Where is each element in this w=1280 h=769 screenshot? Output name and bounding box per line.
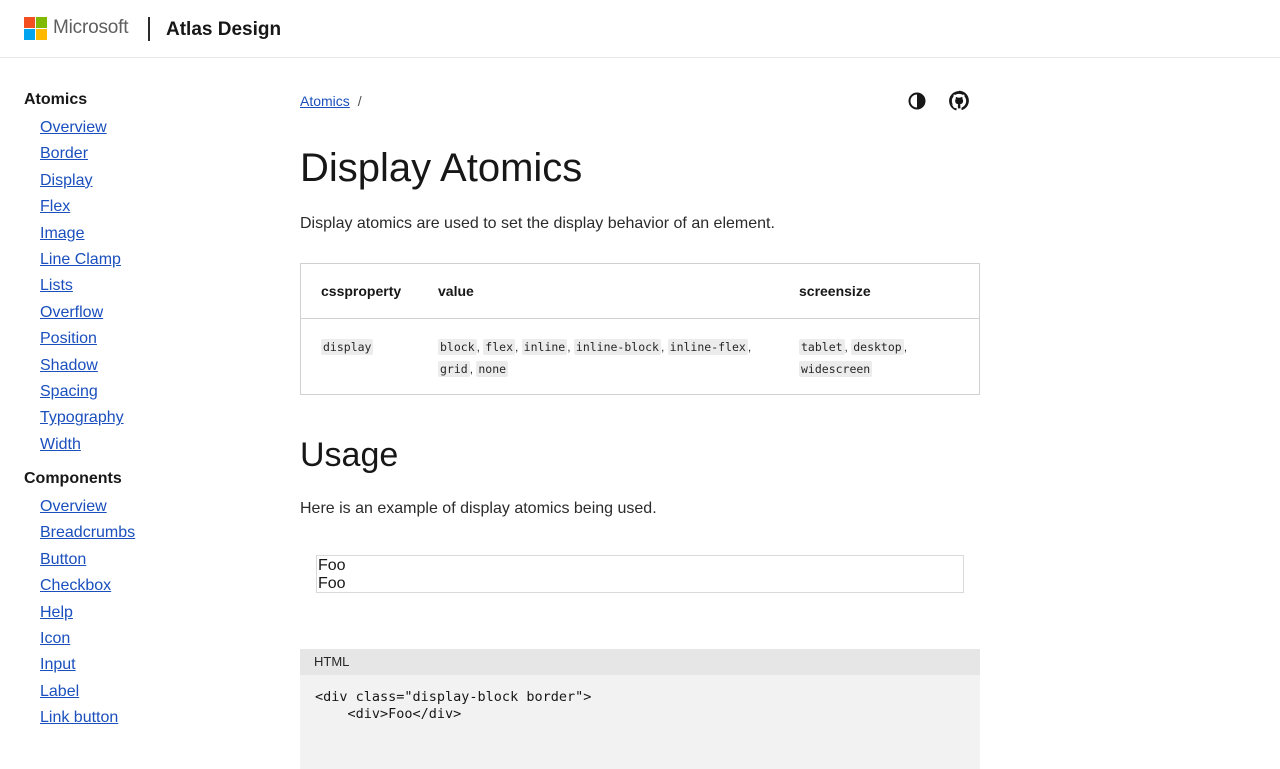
code-language-label: HTML	[300, 649, 980, 675]
cell-values: block, flex, inline, inline-block, inlin…	[438, 339, 752, 377]
sidebar-item-link[interactable]: Link button	[40, 709, 118, 726]
sidebar-item-link[interactable]: Icon	[40, 630, 70, 647]
code-token: inline-flex	[667, 339, 748, 355]
sidebar-item-shadow[interactable]: Shadow	[24, 353, 254, 379]
sidebar-item-link[interactable]: Spacing	[40, 383, 98, 400]
usage-description: Here is an example of display atomics be…	[300, 500, 657, 517]
nav-list-components: Overview Breadcrumbs Button Checkbox Help Ico…	[24, 494, 254, 732]
cell-screensizes: tablet, desktop, widescreen	[799, 339, 908, 377]
sidebar-item-border[interactable]: Border	[24, 141, 254, 167]
sidebar-item-typography[interactable]: Typography	[24, 405, 254, 431]
sidebar-item-link[interactable]: Help	[40, 604, 73, 621]
main-content: Atomics / Display Atomics Display atomics…	[300, 88, 980, 769]
sidebar-item-overview[interactable]: Overview	[24, 494, 254, 520]
sidebar-item-button[interactable]: Button	[24, 547, 254, 573]
code-line: <div>Foo</div>	[315, 706, 462, 722]
sidebar-item-help[interactable]: Help	[24, 600, 254, 626]
sidebar-item-link[interactable]: Overflow	[40, 304, 103, 321]
cell-cssproperty: display	[321, 336, 374, 358]
sidebar-item-lists[interactable]: Lists	[24, 273, 254, 299]
page-title: Display Atomics	[300, 146, 583, 190]
code-token: desktop	[851, 339, 904, 355]
sidebar-item-link[interactable]: Lists	[40, 277, 73, 294]
atomics-table: cssproperty value screensize display blo…	[300, 263, 980, 395]
demo-line: Foo	[318, 557, 346, 574]
sidebar-item-link[interactable]: Display	[40, 172, 92, 189]
usage-demo: Foo Foo	[316, 555, 964, 593]
nav-group-title: Atomics	[24, 91, 88, 108]
column-header-cssproperty: cssproperty	[321, 283, 402, 299]
sidebar-item-link[interactable]: Line Clamp	[40, 251, 121, 268]
table-header-row: cssproperty value screensize	[301, 264, 979, 319]
sidebar-item-breadcrumbs[interactable]: Breadcrumbs	[24, 520, 254, 546]
sidebar-item-checkbox[interactable]: Checkbox	[24, 573, 254, 599]
sidebar-item-link[interactable]: Overview	[40, 498, 107, 515]
breadcrumb: Atomics /	[300, 88, 980, 114]
sidebar-item-link[interactable]: Position	[40, 330, 97, 347]
sidebar-item-image[interactable]: Image	[24, 221, 254, 247]
brand-name[interactable]: Microsoft	[53, 16, 128, 40]
sidebar-item-link[interactable]: Image	[40, 225, 84, 242]
sidebar-item-spacing[interactable]: Spacing	[24, 379, 254, 405]
breadcrumb-separator: /	[357, 93, 362, 109]
demo-line: Foo	[318, 575, 346, 592]
sidebar-item-overflow[interactable]: Overflow	[24, 300, 254, 326]
usage-heading: Usage	[300, 436, 399, 474]
code-token: inline	[521, 339, 568, 355]
column-header-screensize: screensize	[799, 283, 871, 299]
breadcrumb-link-atomics[interactable]: Atomics	[300, 93, 350, 109]
sidebar-item-link[interactable]: Border	[40, 145, 88, 162]
code-block: HTML <div class="display-block border"> …	[300, 649, 980, 769]
nav-group-atomics: Atomics Overview Border Display Flex Image Li…	[24, 88, 254, 458]
nav-list-atomics: Overview Border Display Flex Image Line Clamp…	[24, 115, 254, 458]
sidebar-item-position[interactable]: Position	[24, 326, 254, 352]
column-header-value: value	[438, 283, 474, 299]
sidebar-item-link[interactable]: Label	[40, 683, 79, 700]
code-token: none	[476, 361, 509, 377]
header-divider	[148, 17, 150, 41]
code-token: inline-block	[573, 339, 661, 355]
code-token: grid	[438, 361, 470, 377]
code-token: flex	[483, 339, 515, 355]
sidebar-item-width[interactable]: Width	[24, 432, 254, 458]
code-token: tablet	[799, 339, 845, 355]
sidebar-item-icon[interactable]: Icon	[24, 626, 254, 652]
page-description: Display atomics are used to set the disp…	[300, 215, 775, 232]
sidebar-item-line-clamp[interactable]: Line Clamp	[24, 247, 254, 273]
sidebar-item-link[interactable]: Button	[40, 551, 86, 568]
sidebar-item-label[interactable]: Label	[24, 679, 254, 705]
sidebar-item-link[interactable]: Overview	[40, 119, 107, 136]
theme-toggle-icon[interactable]	[906, 90, 928, 112]
sidebar-item-link[interactable]: Shadow	[40, 357, 98, 374]
sidebar-item-link[interactable]: Input	[40, 656, 76, 673]
sidebar-item-link-button[interactable]: Link button	[24, 705, 254, 731]
code-token: display	[321, 339, 374, 355]
sidebar-item-link[interactable]: Flex	[40, 198, 70, 215]
sidebar-item-link[interactable]: Width	[40, 436, 81, 453]
code-body[interactable]: <div class="display-block border"> <div>…	[300, 675, 980, 723]
sidebar-item-display[interactable]: Display	[24, 168, 254, 194]
site-title[interactable]: Atlas Design	[166, 18, 281, 42]
sidebar-item-flex[interactable]: Flex	[24, 194, 254, 220]
github-icon[interactable]	[948, 90, 970, 112]
nav-group-components: Components Overview Breadcrumbs Button Chec…	[24, 467, 254, 732]
code-line: <div class="display-block border">	[315, 689, 592, 705]
sidebar-item-overview[interactable]: Overview	[24, 115, 254, 141]
sidebar-nav: Atomics Overview Border Display Flex Image Li…	[24, 88, 254, 732]
code-token: block	[438, 339, 477, 355]
sidebar-item-link[interactable]: Typography	[40, 409, 124, 426]
site-header: Microsoft Atlas Design	[0, 0, 1280, 58]
sidebar-item-input[interactable]: Input	[24, 652, 254, 678]
microsoft-logo-icon[interactable]	[24, 17, 47, 40]
sidebar-item-link[interactable]: Checkbox	[40, 577, 111, 594]
sidebar-item-link[interactable]: Breadcrumbs	[40, 524, 135, 541]
nav-group-title: Components	[24, 470, 122, 488]
code-token: widescreen	[799, 361, 873, 377]
